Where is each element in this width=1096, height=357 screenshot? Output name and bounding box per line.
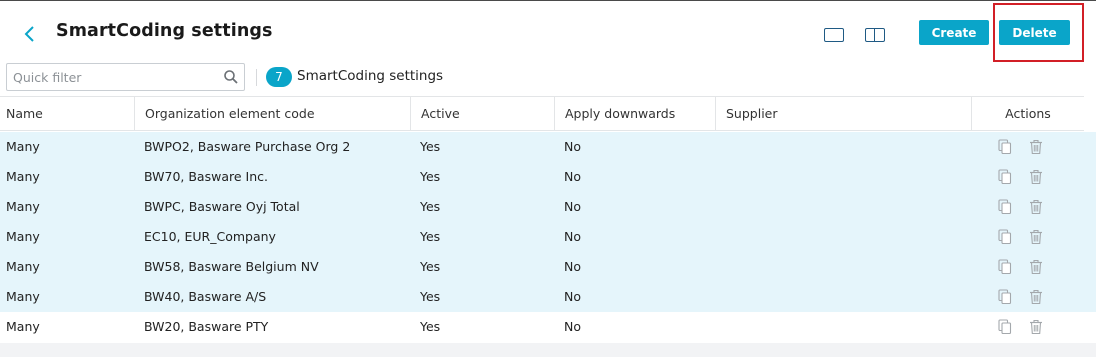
cell-apply-downwards: No [564, 229, 581, 244]
column-header-actions: Actions [971, 97, 1084, 130]
cell-org-code: EC10, EUR_Company [144, 229, 276, 244]
table-row[interactable]: Many BWPC, Basware Oyj Total Yes No [0, 192, 1096, 222]
cell-name: Many [6, 229, 40, 244]
table-row[interactable]: Many BW40, Basware A/S Yes No [0, 282, 1096, 312]
cell-name: Many [6, 139, 40, 154]
trash-icon[interactable] [1029, 319, 1043, 335]
cell-name: Many [6, 259, 40, 274]
cell-active: Yes [420, 289, 441, 304]
search-icon[interactable] [223, 69, 239, 85]
cell-name: Many [6, 169, 40, 184]
cell-apply-downwards: No [564, 259, 581, 274]
trash-icon[interactable] [1029, 199, 1043, 215]
single-pane-view-icon[interactable] [824, 28, 844, 42]
top-border [0, 0, 1096, 1]
cell-apply-downwards: No [564, 199, 581, 214]
copy-icon[interactable] [998, 199, 1012, 215]
copy-icon[interactable] [998, 169, 1012, 185]
table-row[interactable]: Many BW20, Basware PTY Yes No [0, 312, 1096, 342]
cell-org-code: BWPC, Basware Oyj Total [144, 199, 300, 214]
trash-icon[interactable] [1029, 289, 1043, 305]
quick-filter [6, 63, 245, 91]
quick-filter-input[interactable] [7, 64, 213, 90]
copy-icon[interactable] [998, 139, 1012, 155]
copy-icon[interactable] [998, 319, 1012, 335]
cell-apply-downwards: No [564, 169, 581, 184]
create-button[interactable]: Create [919, 20, 989, 45]
cell-org-code: BW70, Basware Inc. [144, 169, 268, 184]
cell-org-code: BW20, Basware PTY [144, 319, 269, 334]
delete-button[interactable]: Delete [999, 20, 1070, 45]
cell-apply-downwards: No [564, 319, 581, 334]
trash-icon[interactable] [1029, 229, 1043, 245]
copy-icon[interactable] [998, 229, 1012, 245]
table-header: Name Organization element code Active Ap… [0, 96, 1084, 131]
cell-active: Yes [420, 139, 441, 154]
split-pane-view-icon[interactable] [865, 28, 885, 42]
table-row[interactable]: Many EC10, EUR_Company Yes No [0, 222, 1096, 252]
cell-apply-downwards: No [564, 289, 581, 304]
cell-name: Many [6, 199, 40, 214]
back-chevron-icon[interactable] [20, 24, 40, 44]
cell-active: Yes [420, 319, 441, 334]
cell-name: Many [6, 319, 40, 334]
cell-name: Many [6, 289, 40, 304]
copy-icon[interactable] [998, 289, 1012, 305]
column-header-apply-downwards[interactable]: Apply downwards [554, 97, 715, 130]
column-header-supplier[interactable]: Supplier [715, 97, 971, 130]
toolbar-separator [256, 69, 257, 86]
cell-active: Yes [420, 259, 441, 274]
table-row[interactable]: Many BW70, Basware Inc. Yes No [0, 162, 1096, 192]
cell-active: Yes [420, 229, 441, 244]
footer-band [0, 343, 1096, 357]
column-header-org-code[interactable]: Organization element code [134, 97, 410, 130]
copy-icon[interactable] [998, 259, 1012, 275]
page-title: SmartCoding settings [56, 21, 273, 41]
cell-org-code: BW58, Basware Belgium NV [144, 259, 319, 274]
table-body: Many BWPO2, Basware Purchase Org 2 Yes N… [0, 132, 1096, 342]
column-header-name[interactable]: Name [0, 97, 134, 130]
count-badge: 7 [266, 67, 292, 87]
trash-icon[interactable] [1029, 139, 1043, 155]
table-row[interactable]: Many BW58, Basware Belgium NV Yes No [0, 252, 1096, 282]
cell-active: Yes [420, 169, 441, 184]
trash-icon[interactable] [1029, 259, 1043, 275]
cell-active: Yes [420, 199, 441, 214]
table-row[interactable]: Many BWPO2, Basware Purchase Org 2 Yes N… [0, 132, 1096, 162]
trash-icon[interactable] [1029, 169, 1043, 185]
count-label: SmartCoding settings [297, 68, 444, 84]
split-divider [873, 29, 876, 41]
column-header-active[interactable]: Active [410, 97, 554, 130]
cell-org-code: BW40, Basware A/S [144, 289, 267, 304]
cell-apply-downwards: No [564, 139, 581, 154]
cell-org-code: BWPO2, Basware Purchase Org 2 [144, 139, 351, 154]
